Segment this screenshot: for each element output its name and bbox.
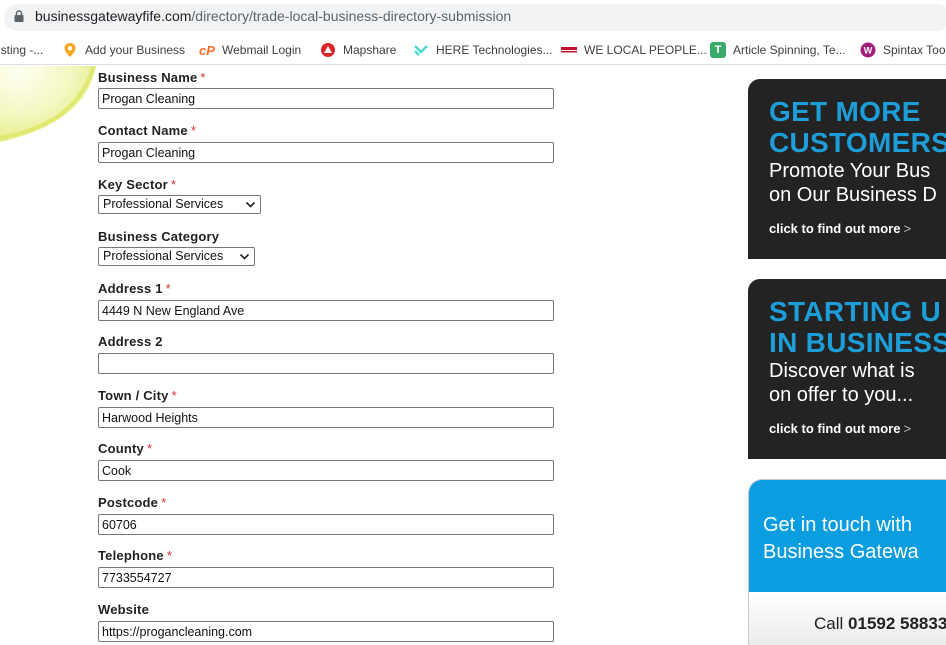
starting-in-business-banner[interactable]: STARTING U IN BUSINESS Discover what is … [748, 279, 946, 459]
bookmark-add-your-business[interactable]: Add your Business [62, 35, 186, 64]
website-field: Website [98, 602, 554, 642]
mapshare-icon [321, 43, 335, 57]
bookmark-here-technologies[interactable]: HERE Technologies... [413, 35, 553, 64]
t-icon: T [710, 42, 726, 58]
contact-name-field: Contact Name * [98, 123, 554, 163]
banner-heading: CUSTOMERS [769, 127, 946, 158]
bookmark-spintax-tool[interactable]: W Spintax Too [860, 35, 946, 64]
bookmark-label: Add your Business [85, 43, 186, 57]
postcode-label: Postcode * [98, 495, 167, 510]
key-sector-label: Key Sector * [98, 177, 177, 192]
postcode-input[interactable] [98, 514, 554, 535]
business-name-field: Business Name * [98, 70, 554, 109]
required-marker: * [171, 388, 177, 403]
location-pin-icon [64, 43, 76, 57]
spintax-icon: W [860, 42, 876, 58]
business-category-field: Business Category Professional Services [98, 229, 255, 266]
banner-heading: IN BUSINESS [769, 327, 946, 358]
telephone-input[interactable] [98, 567, 554, 588]
required-marker: * [146, 441, 153, 456]
required-marker: * [165, 281, 171, 296]
website-input[interactable] [98, 621, 554, 642]
address2-label: Address 2 [98, 334, 163, 349]
required-marker: * [170, 177, 177, 192]
address2-input[interactable] [98, 353, 554, 374]
chevron-down-icon [245, 201, 256, 208]
banner-heading: GET MORE [769, 96, 921, 127]
page-content: Business Name* Contact Name* Key Sector*… [0, 66, 946, 645]
banner-subtext: on Our Business D [769, 184, 937, 206]
contact-header: Get in touch with Business Gatewa [749, 480, 946, 592]
key-sector-select[interactable]: Professional Services [98, 195, 261, 214]
banner-subtext: Promote Your Bus [769, 160, 931, 182]
url-host: businessgatewayfife.com [35, 8, 192, 24]
bookmarks-bar: isting -... Add your Business cP Webmail… [0, 35, 946, 65]
telephone-field: Telephone * [98, 548, 554, 588]
business-name-input[interactable] [98, 88, 554, 109]
postcode-field: Postcode * [98, 495, 554, 535]
address1-label: Address 1 * [98, 281, 171, 296]
key-sector-field: Key Sector * Professional Services [98, 177, 261, 214]
bookmark-we-local-people[interactable]: WE LOCAL PEOPLE... [561, 35, 707, 64]
url-path: /directory/trade-local-business-director… [191, 8, 512, 24]
bookmark-label: WE LOCAL PEOPLE... [584, 43, 707, 57]
required-marker: * [161, 495, 167, 510]
flag-icon [561, 47, 577, 53]
arrow-right-icon: > [903, 421, 912, 436]
key-sector-selected-value: Professional Services [103, 197, 224, 211]
chevron-down-icon [239, 253, 250, 260]
bookmark-label: Webmail Login [222, 43, 302, 57]
contact-name-label: Contact Name * [98, 123, 197, 138]
banner-subtext: on offer to you... [769, 384, 914, 406]
bookmark-label: HERE Technologies... [436, 43, 553, 57]
website-label: Website [98, 602, 150, 617]
bookmark-listing[interactable]: isting -... [0, 35, 44, 64]
address2-field: Address 2 [98, 334, 554, 374]
town-input[interactable] [98, 407, 554, 428]
business-category-label: Business Category [98, 229, 220, 244]
find-out-more-link[interactable]: click to find out more > [769, 221, 911, 236]
bookmark-mapshare[interactable]: Mapshare [320, 35, 397, 64]
address-bar: businessgatewayfife.com/directory/trade-… [0, 0, 946, 35]
county-label: County * [98, 441, 153, 456]
cpanel-icon: cP [199, 42, 215, 58]
arrow-right-icon: > [903, 221, 912, 236]
contact-phone-area: Call 01592 58833 [749, 592, 946, 645]
business-category-select[interactable]: Professional Services [98, 247, 255, 266]
lock-icon[interactable] [14, 10, 24, 22]
decorative-swoosh [0, 66, 96, 142]
svg-text:W: W [864, 46, 873, 56]
required-marker: * [166, 548, 173, 563]
address1-input[interactable] [98, 300, 554, 321]
bookmark-label: isting -... [0, 43, 44, 57]
find-out-more-link[interactable]: click to find out more > [769, 421, 911, 436]
town-label: Town / City * [98, 388, 177, 403]
bookmark-webmail-login[interactable]: cP Webmail Login [199, 35, 302, 64]
banner-subtext: Discover what is [769, 360, 915, 382]
get-more-customers-banner[interactable]: GET MORE CUSTOMERS Promote Your Bus on O… [748, 79, 946, 259]
business-category-selected-value: Professional Services [103, 249, 224, 263]
url-text[interactable]: businessgatewayfife.com/directory/trade-… [35, 8, 511, 24]
town-field: Town / City * [98, 388, 554, 428]
telephone-label: Telephone * [98, 548, 173, 563]
contact-heading: Get in touch with Business Gatewa [763, 514, 919, 563]
here-icon [414, 45, 428, 56]
required-marker: * [190, 123, 197, 138]
bookmark-label: Article Spinning, Te... [733, 43, 846, 57]
bookmark-label: Mapshare [343, 43, 397, 57]
required-marker: * [200, 70, 206, 85]
address1-field: Address 1 * [98, 281, 554, 321]
county-input[interactable] [98, 460, 554, 481]
bookmark-label: Spintax Too [883, 43, 946, 57]
banner-heading: STARTING U [769, 296, 942, 327]
contact-phone[interactable]: Call 01592 58833 [814, 614, 946, 634]
business-name-label: Business Name * [98, 70, 206, 85]
contact-name-input[interactable] [98, 142, 554, 163]
get-in-touch-box: Get in touch with Business Gatewa Call 0… [748, 479, 946, 645]
county-field: County * [98, 441, 554, 481]
bookmark-article-spinning[interactable]: T Article Spinning, Te... [710, 35, 846, 64]
